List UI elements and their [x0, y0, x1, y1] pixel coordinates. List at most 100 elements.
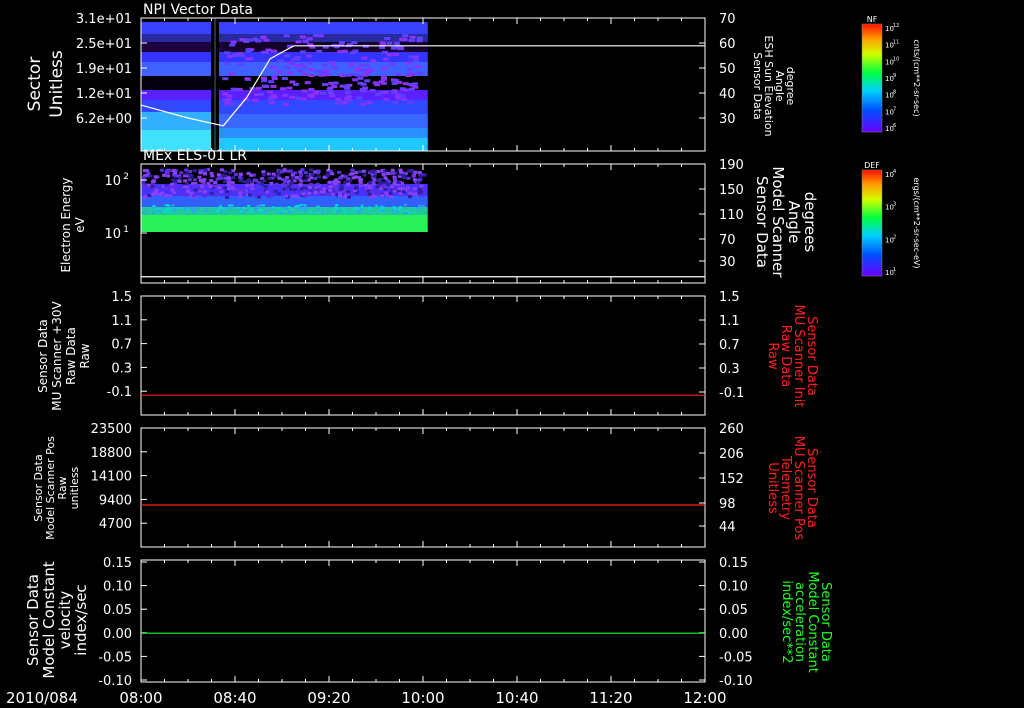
- panel-2-heat-cell: [317, 186, 322, 190]
- panel-2-heat-cell: [367, 192, 372, 196]
- panel-1-heat-cell: [348, 62, 355, 66]
- panel-2-heat-cell: [357, 170, 362, 174]
- panel-1-heat-cell: [343, 84, 350, 88]
- panel-1-heat-cell: [263, 38, 270, 42]
- y-tick-label-left: 1.5: [111, 290, 132, 305]
- panel-2-heat-cell: [391, 171, 396, 175]
- y-tick-label-left: 0.3: [111, 361, 132, 376]
- panel-2-ylabel-right: Sensor Data: [753, 176, 771, 268]
- panel-2-heat-cell: [210, 174, 215, 178]
- colorbar-2-label: DEF: [864, 161, 880, 170]
- panel-2-heat-cell: [422, 173, 427, 177]
- panel-2-heat-cell: [324, 185, 329, 189]
- panel-5-ylabel-left: index/sec: [72, 584, 90, 655]
- panel-2-heat-cell: [320, 211, 324, 214]
- panel-2-heat-cell: [412, 178, 417, 182]
- panel-1-heat-cell: [224, 103, 231, 107]
- panel-2-heat-cell: [319, 190, 324, 194]
- panel-1-ylabel-left-2: Unitless: [47, 50, 67, 118]
- panel-2-heat-cell: [230, 181, 235, 185]
- panel-2-heat-cell: [219, 190, 224, 194]
- panel-2-heat-cell: [368, 186, 373, 190]
- panel-1-heat-cell: [304, 81, 311, 85]
- panel-1-heat-cell: [321, 63, 328, 67]
- panel-1-heat-cell: [300, 66, 307, 70]
- panel-1-heat-cell: [281, 77, 288, 81]
- panel-1-heat-cell: [226, 97, 233, 101]
- panel-2-heat-cell: [168, 207, 172, 210]
- panel-2-heat-cell: [179, 171, 184, 175]
- panel-2-heat-cell: [270, 193, 275, 197]
- y-tick-label-right: 150: [719, 183, 744, 198]
- panel-2-heat-cell: [354, 206, 358, 209]
- colorbar-1-tick-exp: 9: [893, 73, 896, 79]
- panel-2-heat-cell: [303, 179, 308, 183]
- y-tick-label-left: 1.9e+01: [76, 62, 132, 77]
- panel-2-heat-cell: [346, 195, 351, 199]
- panel-2-heat-cell: [271, 206, 275, 209]
- panel-1-heat-cell: [380, 81, 387, 85]
- panel-1-heat-cell: [297, 68, 304, 72]
- panel-2-heat-cell: [395, 210, 399, 213]
- panel-1-heat-cell: [339, 74, 346, 78]
- panel-1-heat-cell: [286, 86, 293, 90]
- panel-1-heat-cell: [307, 68, 314, 72]
- y-tick-label-left: 1.1: [111, 314, 132, 329]
- panel-2-heat-cell: [334, 207, 338, 210]
- panel-1-heat-cell: [412, 59, 419, 63]
- panel-1-heat-cell: [351, 41, 358, 45]
- panel-2-heat-cell: [285, 207, 289, 210]
- panel-3-ylabel-left: Raw Data: [64, 327, 78, 385]
- panel-1-heat-cell: [260, 50, 267, 54]
- panel-1-heat-cell: [280, 87, 287, 91]
- panel-2-heat-cell: [392, 189, 397, 193]
- panel-1-heat-cell: [357, 76, 364, 80]
- panel-1-heat-cell: [332, 81, 339, 85]
- y-tick-label-right: -0.10: [719, 674, 753, 689]
- y-tick-label-right: 70: [719, 12, 736, 27]
- y-tick-label-left: 6.2e+00: [76, 112, 132, 127]
- panel-2-heat-cell: [202, 172, 207, 176]
- panel-2-heat-band: [141, 214, 428, 232]
- panel-3-ylabel-left: MU Scanner +30V: [50, 301, 64, 411]
- panel-2-heat-cell: [310, 173, 315, 177]
- panel-1-heat-cell: [401, 37, 408, 41]
- panel-1-heat-cell: [282, 93, 289, 97]
- panel-2-heat-cell: [349, 191, 354, 195]
- panel-1-heat-cell: [229, 43, 236, 47]
- panel-2-heat-cell: [238, 175, 243, 179]
- panel-2-heat-cell: [153, 175, 158, 179]
- y-tick-label-left: 2.5e+01: [76, 37, 132, 52]
- panel-1-heat-cell: [255, 86, 262, 90]
- time-tick-label: 10:40: [495, 689, 538, 707]
- panel-1-heat-cell: [379, 45, 386, 49]
- panel-2-heat-cell: [238, 194, 243, 198]
- panel-2-heat-cell: [141, 183, 146, 187]
- panel-2-heat-cell: [227, 207, 231, 210]
- panel-2-heat-cell: [167, 211, 171, 214]
- panel-2-heat-cell: [341, 190, 346, 194]
- panel-2-heat-cell: [152, 205, 156, 208]
- panel-2-heat-cell: [290, 173, 295, 177]
- panel-2-heat-cell: [305, 174, 310, 178]
- panel-2-heat-cell: [274, 182, 279, 186]
- panel-2-heat-cell: [192, 178, 197, 182]
- panel-1-heat-cell: [283, 102, 290, 106]
- panel-1-heat-cell: [350, 51, 357, 55]
- time-tick-label: 10:00: [401, 689, 444, 707]
- panel-2-heat-cell: [273, 189, 278, 193]
- panel-1-heat-cell: [245, 49, 252, 53]
- panel-2-heat-cell: [226, 180, 231, 184]
- panel-2-heat-cell: [245, 184, 250, 188]
- panel-1-heat-cell: [390, 46, 397, 50]
- panel-2-heat-cell: [314, 190, 319, 194]
- panel-1-heat-cell: [268, 101, 275, 105]
- panel-1-heat-cell: [284, 54, 291, 58]
- panel-1-heat-cell: [277, 59, 284, 63]
- panel-2-heat-cell: [343, 175, 348, 179]
- panel-1-heat-cell: [230, 87, 237, 91]
- panel-2-heat-cell: [336, 210, 340, 213]
- panel-2-heat-cell: [233, 191, 238, 195]
- panel-2-heat-cell: [236, 206, 240, 209]
- panel-1-heat-cell: [252, 99, 259, 103]
